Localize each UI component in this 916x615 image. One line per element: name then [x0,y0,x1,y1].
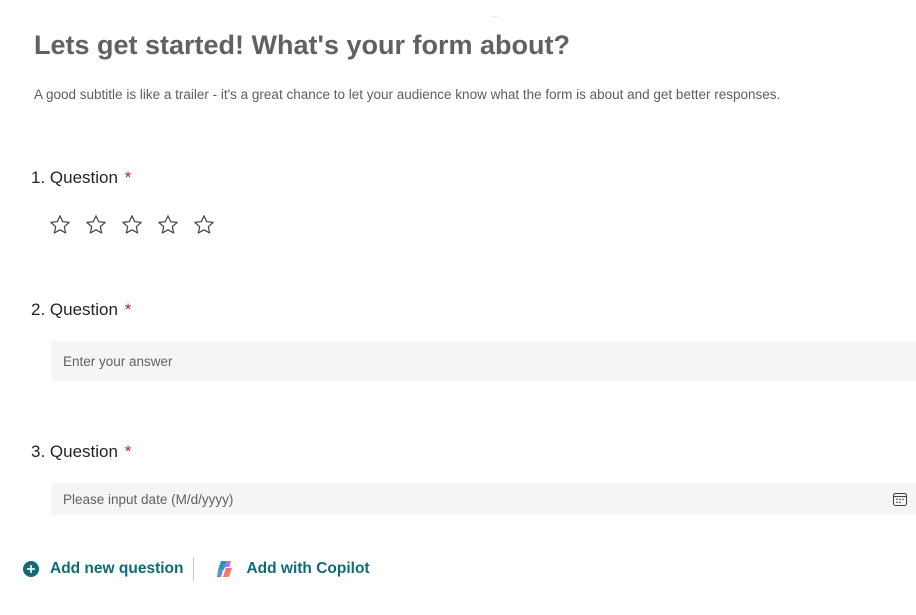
star-icon[interactable] [156,213,180,237]
add-circle-icon [23,561,39,577]
form-actions-bar: Add new question Add with Copilot [22,552,370,586]
form-title[interactable]: Lets get started! What's your form about… [34,30,570,61]
add-with-copilot-button[interactable]: Add with Copilot [214,558,370,580]
form-page: ⋯ Lets get started! What's your form abo… [0,0,916,615]
calendar-icon[interactable] [892,491,908,507]
question-number: 2. [31,300,46,319]
add-with-copilot-label: Add with Copilot [246,560,370,577]
question-number: 1. [31,168,46,187]
question-text: Question [49,168,118,187]
text-answer-input[interactable] [63,353,916,369]
question-1-title: 1. Question * [31,168,131,188]
date-answer-field[interactable] [51,483,916,515]
date-answer-input[interactable] [63,491,916,507]
required-marker: * [124,442,132,461]
star-icon[interactable] [120,213,144,237]
add-new-question-label: Add new question [50,560,184,577]
star-icon[interactable] [48,213,72,237]
question-text: Question [49,300,118,319]
form-subtitle[interactable]: A good subtitle is like a trailer - it's… [34,87,780,102]
text-answer-field[interactable] [51,341,916,381]
copilot-icon [217,561,233,577]
question-number: 3. [31,442,46,461]
required-marker: * [124,300,132,319]
star-icon[interactable] [192,213,216,237]
actions-divider [193,557,195,581]
question-3-title: 3. Question * [31,442,131,462]
rating-stars [48,213,216,237]
required-marker: * [124,168,132,187]
drag-handle-dots[interactable]: ⋯ [491,12,499,21]
star-icon[interactable] [84,213,108,237]
add-new-question-button[interactable]: Add new question [22,560,183,578]
question-text: Question [49,442,118,461]
question-2-title: 2. Question * [31,300,131,320]
